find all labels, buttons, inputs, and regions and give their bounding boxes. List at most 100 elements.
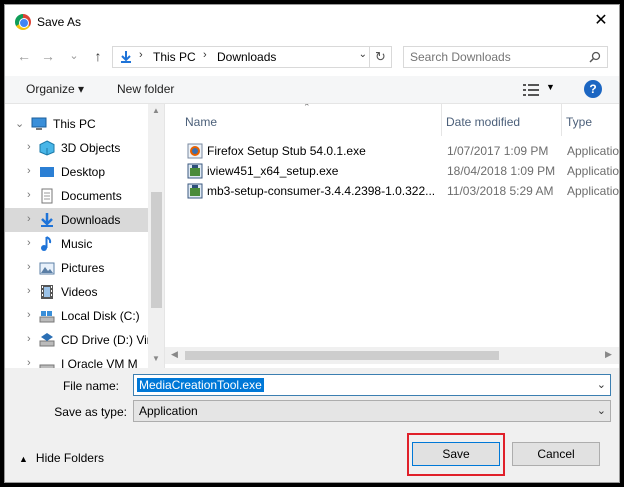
filename-label: File name: xyxy=(62,379,119,393)
expand-arrow-icon[interactable]: › xyxy=(27,261,31,273)
filename-dropdown-icon[interactable]: ⌄ xyxy=(597,378,606,391)
save-button-highlight xyxy=(407,433,505,476)
scroll-left-arrow-icon[interactable]: ◀ xyxy=(171,349,178,360)
expand-arrow-icon[interactable]: › xyxy=(27,357,31,368)
chrome-icon xyxy=(15,14,31,30)
file-name: iview451_x64_setup.exe xyxy=(207,164,339,178)
file-type: Application xyxy=(567,144,619,158)
expand-arrow-icon[interactable]: › xyxy=(27,189,31,201)
scroll-down-arrow-icon[interactable]: ▼ xyxy=(152,354,160,363)
scrollbar-thumb[interactable] xyxy=(185,351,499,360)
organize-button[interactable]: Organize ▾ xyxy=(26,82,84,96)
music-icon xyxy=(41,236,52,251)
download-folder-icon xyxy=(121,51,131,63)
tree-label: 3D Objects xyxy=(61,141,121,155)
expand-arrow-icon[interactable]: › xyxy=(27,141,31,153)
desktop-icon xyxy=(40,167,54,177)
tree-label: Pictures xyxy=(61,261,105,275)
file-date: 18/04/2018 1:09 PM xyxy=(447,164,556,178)
tree-label: Desktop xyxy=(61,165,106,179)
hide-folders-label: Hide Folders xyxy=(35,451,104,465)
tree-label: Downloads xyxy=(61,213,121,227)
firefox-installer-icon xyxy=(187,143,203,159)
tree-item-music[interactable]: › Music xyxy=(5,232,148,256)
file-date: 1/07/2017 1:09 PM xyxy=(447,144,549,158)
breadcrumb-downloads[interactable]: Downloads xyxy=(217,50,276,64)
computer-icon xyxy=(31,117,47,130)
tree-item-desktop[interactable]: › Desktop xyxy=(5,160,148,184)
video-icon xyxy=(41,285,53,299)
chevron-down-icon[interactable]: ⌄ xyxy=(597,404,606,417)
download-icon xyxy=(41,213,53,227)
expand-arrow-icon[interactable]: › xyxy=(27,309,31,321)
breadcrumb-separator: › xyxy=(139,49,143,61)
search-input[interactable] xyxy=(410,50,580,64)
back-button[interactable]: ← xyxy=(15,47,33,65)
cd-drive-icon xyxy=(39,364,55,368)
close-button[interactable]: ✕ xyxy=(587,8,615,34)
address-dropdown-button[interactable]: ⌄ xyxy=(359,49,367,60)
file-row[interactable]: Firefox Setup Stub 54.0.1.exe 1/07/2017 … xyxy=(165,141,619,161)
expand-arrow-icon[interactable]: ⌄ xyxy=(15,117,24,130)
installer-icon xyxy=(187,183,203,199)
file-name: mb3-setup-consumer-3.4.4.2398-1.0.322... xyxy=(207,184,436,198)
expand-arrow-icon[interactable]: › xyxy=(27,237,31,249)
saveas-type-select[interactable]: Application ⌄ xyxy=(133,400,611,422)
new-folder-button[interactable]: New folder xyxy=(117,82,174,96)
expand-arrow-icon[interactable]: › xyxy=(27,285,31,297)
help-icon[interactable]: ? xyxy=(584,80,602,98)
file-list: Name ⌃ Date modified Type Firefox Setup … xyxy=(165,104,619,368)
scroll-up-arrow-icon[interactable]: ▲ xyxy=(152,106,160,115)
tree-item-this-pc[interactable]: ⌄ This PC xyxy=(5,112,148,136)
tree-item-documents[interactable]: › Documents xyxy=(5,184,148,208)
window-title: Save As xyxy=(37,15,82,29)
tree-item-local-disk[interactable]: › Local Disk (C:) xyxy=(5,304,148,328)
expand-arrow-icon[interactable]: › xyxy=(27,165,31,177)
scrollbar-thumb[interactable] xyxy=(151,192,162,308)
tree-label: I Oracle VM M xyxy=(61,357,138,368)
file-type: Application xyxy=(567,184,619,198)
saveas-type-label: Save as type: xyxy=(54,405,127,419)
sidebar-scrollbar[interactable]: ▲ ▼ xyxy=(148,104,164,368)
tree-item-cd-drive[interactable]: › CD Drive (D:) Vir xyxy=(5,328,151,352)
file-row[interactable]: mb3-setup-consumer-3.4.4.2398-1.0.322...… xyxy=(165,181,619,201)
search-box[interactable] xyxy=(403,46,608,68)
column-type-label: Type xyxy=(566,115,593,129)
tree-label: This PC xyxy=(53,117,96,131)
column-header-date[interactable]: Date modified xyxy=(442,104,562,136)
tree-label: Local Disk (C:) xyxy=(61,309,140,323)
tree-label: Music xyxy=(61,237,93,251)
file-date: 11/03/2018 5:29 AM xyxy=(447,184,554,198)
forward-button[interactable]: → xyxy=(39,47,57,65)
recent-locations-button[interactable]: ⌄ xyxy=(65,47,83,65)
filename-field[interactable]: MediaCreationTool.exe ⌄ xyxy=(133,374,611,396)
picture-icon xyxy=(39,262,55,275)
expand-arrow-icon[interactable]: › xyxy=(27,213,31,225)
column-name-label: Name xyxy=(185,115,218,129)
breadcrumb-this-pc[interactable]: This PC xyxy=(153,50,196,64)
scroll-right-arrow-icon[interactable]: ▶ xyxy=(605,349,612,360)
address-bar[interactable]: › This PC › Downloads ⌄ ↻ xyxy=(112,46,392,68)
up-button[interactable]: ↑ xyxy=(89,47,107,65)
tree-item-videos[interactable]: › Videos xyxy=(5,280,148,304)
column-header-name[interactable]: Name ⌃ xyxy=(165,104,442,136)
file-list-scrollbar[interactable]: ◀ ▶ xyxy=(165,347,619,364)
search-icon xyxy=(589,51,601,63)
cube-icon xyxy=(39,140,55,156)
view-options-icon[interactable] xyxy=(523,83,539,97)
file-row[interactable]: iview451_x64_setup.exe 18/04/2018 1:09 P… xyxy=(165,161,619,181)
view-dropdown-button[interactable]: ▼ xyxy=(546,82,555,92)
document-icon xyxy=(41,188,53,204)
tree-item-downloads[interactable]: › Downloads xyxy=(5,208,148,232)
tree-item-pictures[interactable]: › Pictures xyxy=(5,256,148,280)
cancel-button[interactable]: Cancel xyxy=(512,442,600,466)
breadcrumb-separator: › xyxy=(203,49,207,61)
tree-item-oracle-vm[interactable]: › I Oracle VM M xyxy=(5,352,148,368)
expand-arrow-icon[interactable]: › xyxy=(27,333,31,345)
column-header-type[interactable]: Type xyxy=(562,104,619,136)
sort-ascending-icon: ⌃ xyxy=(303,104,311,112)
refresh-button[interactable]: ↻ xyxy=(369,47,391,67)
hide-folders-button[interactable]: ▲ Hide Folders xyxy=(19,451,104,465)
collapse-arrow-icon: ▲ xyxy=(19,454,28,464)
tree-item-3d-objects[interactable]: › 3D Objects xyxy=(5,136,148,160)
